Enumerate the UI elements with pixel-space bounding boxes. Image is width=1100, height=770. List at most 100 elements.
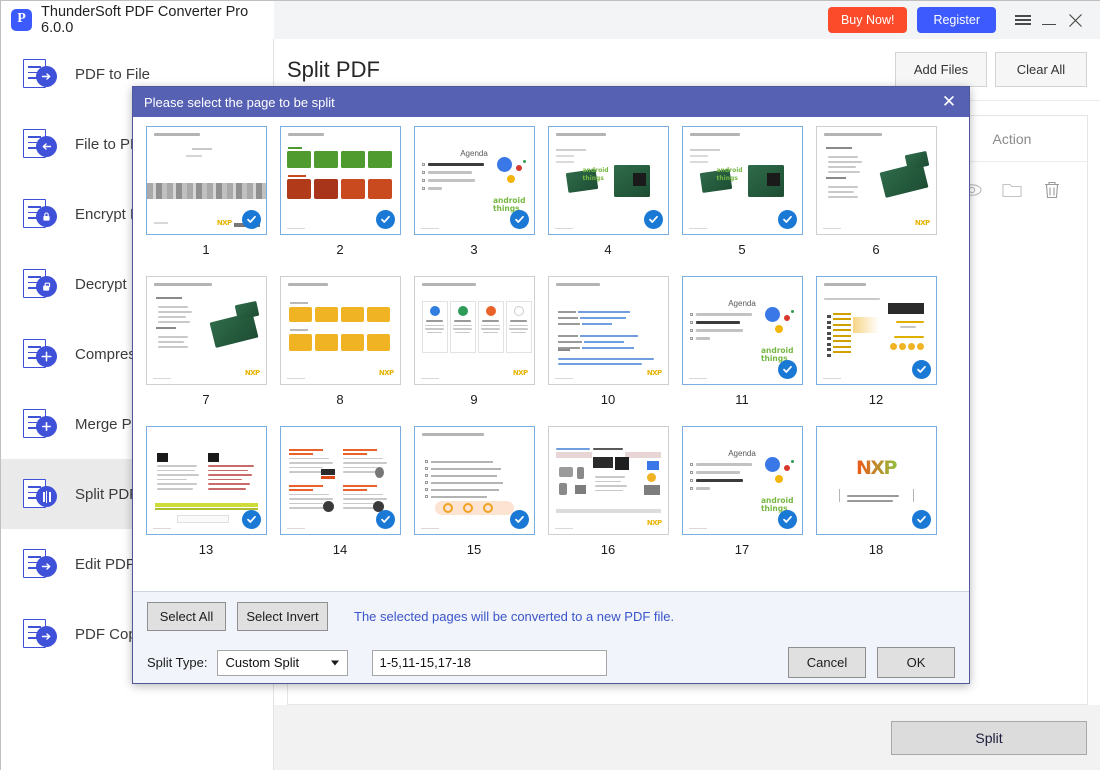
page-range-input[interactable] [372,649,608,676]
page-thumbnail-image[interactable]: NXP [413,426,535,535]
page-thumbnail-image[interactable]: androidthingsNXP [547,126,669,235]
page-selected-check-icon[interactable] [777,510,797,529]
delete-trash-icon[interactable] [1041,179,1063,201]
page-thumbnail-area: NXP 1 NXP 2 AgendaandroidthingsNXP 3 androidth… [133,117,969,591]
menu-hamburger-icon[interactable] [1010,7,1036,33]
page-selected-check-icon[interactable] [643,210,663,229]
ok-button[interactable]: OK [877,647,955,678]
page-thumbnail[interactable]: androidthingsNXP 5 [675,126,809,276]
page-selected-check-icon[interactable] [375,510,395,529]
page-thumbnail[interactable]: AgendaandroidthingsNXP 11 [675,276,809,426]
page-thumbnail-image[interactable]: NXP [145,426,267,535]
add-files-button[interactable]: Add Files [895,52,987,87]
page-selected-check-icon[interactable] [777,360,797,379]
page-thumbnail-image[interactable]: NXP [815,276,937,385]
page-thumbnail[interactable]: androidthingsNXP 4 [541,126,675,276]
page-number-label: 14 [332,542,348,557]
chevron-down-icon [331,660,340,665]
selection-hint-text: The selected pages will be converted to … [354,609,675,624]
dialog-title: Please select the page to be split [144,94,335,110]
page-thumbnail[interactable]: NXP 14 [273,426,407,576]
page-selected-check-icon[interactable] [241,210,261,229]
minimize-icon[interactable] [1036,7,1062,33]
open-folder-icon[interactable] [1001,179,1023,201]
lock-doc-icon [23,199,57,229]
split-type-select[interactable]: Custom Split [217,649,349,676]
page-number-label: 10 [600,392,616,407]
page-thumbnail-image[interactable]: NXP [279,276,401,385]
app-title: ThunderSoft PDF Converter Pro 6.0.0 [41,4,249,36]
page-thumbnail-image[interactable]: NXP [547,426,669,535]
page-thumbnail-image[interactable]: AgendaandroidthingsNXP [681,276,803,385]
page-thumbnail-image[interactable]: NXP [815,426,937,535]
app-logo-icon: P [11,9,33,31]
arrow-right-doc-icon [23,549,57,579]
page-number-label: 6 [872,242,880,257]
page-number-label: 3 [470,242,478,257]
cancel-button[interactable]: Cancel [788,647,866,678]
page-selected-check-icon[interactable] [375,210,395,229]
page-thumbnail[interactable]: NXP 18 [809,426,943,576]
page-thumbnail-image[interactable]: NXP [815,126,937,235]
page-thumbnail-image[interactable]: NXP [413,276,535,385]
register-button[interactable]: Register [917,7,996,33]
page-thumbnail[interactable]: NXP 2 [273,126,407,276]
app-logo-letter: P [17,11,26,26]
page-thumbnail[interactable]: NXP 7 [139,276,273,426]
arrow-right-doc-icon [23,619,57,649]
page-thumbnail[interactable]: AgendaandroidthingsNXP 3 [407,126,541,276]
split-type-value: Custom Split [225,655,300,670]
page-thumbnail-image[interactable]: NXP [279,126,401,235]
page-thumbnail[interactable]: NXP 9 [407,276,541,426]
page-selected-check-icon[interactable] [509,510,529,529]
page-thumbnail[interactable]: NXP 10 [541,276,675,426]
page-selected-check-icon[interactable] [911,360,931,379]
dialog-footer-row-selection: Select All Select Invert The selected pa… [147,602,955,631]
page-thumbnail-image[interactable]: NXP [279,426,401,535]
page-thumbnail-image[interactable]: NXP [145,126,267,235]
clear-all-button[interactable]: Clear All [995,52,1087,87]
select-all-button[interactable]: Select All [147,602,226,631]
page-thumbnail[interactable]: NXP 12 [809,276,943,426]
close-icon[interactable] [1062,7,1088,33]
page-selected-check-icon[interactable] [509,210,529,229]
page-number-label: 11 [735,392,749,407]
page-thumbnail[interactable]: NXP 8 [273,276,407,426]
page-thumbnail[interactable]: NXP 16 [541,426,675,576]
header-buttons: Add Files Clear All [895,52,1087,87]
page-thumbnail-image[interactable]: AgendaandroidthingsNXP [681,426,803,535]
app-window: P ThunderSoft PDF Converter Pro 6.0.0 Bu… [0,0,1100,770]
sidebar-item-label: Split PDF [75,485,139,503]
page-number-label: 2 [336,242,344,257]
split-doc-icon [23,479,57,509]
page-number-label: 9 [470,392,478,407]
page-number-label: 1 [202,242,210,257]
split-button[interactable]: Split [891,721,1087,755]
page-thumbnail-image[interactable]: NXP [145,276,267,385]
page-thumbnail[interactable]: NXP 15 [407,426,541,576]
arrow-right-doc-icon [23,59,57,89]
page-thumbnail-image[interactable]: AgendaandroidthingsNXP [413,126,535,235]
page-number-label: 4 [604,242,612,257]
page-selected-check-icon[interactable] [241,510,261,529]
arrow-left-doc-icon [23,129,57,159]
page-title: Split PDF [287,56,380,82]
sidebar-item-label: Edit PDF [75,555,136,573]
page-thumbnail[interactable]: AgendaandroidthingsNXP 17 [675,426,809,576]
page-thumbnail[interactable]: NXP 6 [809,126,943,276]
page-thumbnail-image[interactable]: androidthingsNXP [681,126,803,235]
dialog-close-icon[interactable]: ✕ [939,92,959,112]
title-bar-brand: P ThunderSoft PDF Converter Pro 6.0.0 [1,1,274,39]
page-thumbnail-image[interactable]: NXP [547,276,669,385]
select-invert-button[interactable]: Select Invert [237,602,328,631]
page-number-label: 13 [198,542,214,557]
page-thumbnail-grid: NXP 1 NXP 2 AgendaandroidthingsNXP 3 androidth… [139,126,969,576]
buy-now-button[interactable]: Buy Now! [827,7,908,33]
page-selected-check-icon[interactable] [777,210,797,229]
dialog-footer: Select All Select Invert The selected pa… [133,591,969,683]
page-thumbnail[interactable]: NXP 13 [139,426,273,576]
page-selected-check-icon[interactable] [911,510,931,529]
split-page-select-dialog: Please select the page to be split ✕ NXP… [132,86,970,684]
page-thumbnail[interactable]: NXP 1 [139,126,273,276]
title-bar: P ThunderSoft PDF Converter Pro 6.0.0 Bu… [1,1,1100,39]
